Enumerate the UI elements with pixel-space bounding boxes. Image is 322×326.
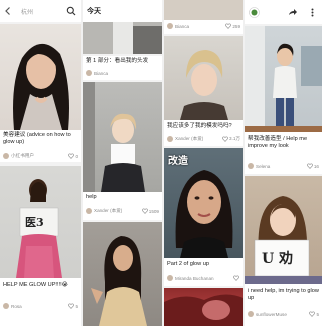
- post-image: [164, 0, 243, 20]
- post-image: [83, 82, 162, 192]
- post-caption: 第 1 部分：看出我的头发: [86, 58, 149, 64]
- heart-icon[interactable]: [141, 208, 148, 214]
- post-meta: Selena 16: [248, 162, 319, 170]
- heart-icon[interactable]: [233, 275, 239, 281]
- post-meta: Bianca 259: [167, 22, 240, 30]
- heart-icon[interactable]: [68, 153, 75, 159]
- sign-text: 医3: [25, 216, 44, 229]
- author-name[interactable]: Miranda Buchanan: [175, 276, 233, 281]
- heart-icon[interactable]: [307, 163, 313, 169]
- header-title: 今天: [87, 8, 101, 15]
- sign-text: U 劝: [262, 251, 294, 267]
- post-meta: Bianca: [86, 69, 159, 77]
- post-card[interactable]: 医3 HELP ME GLOW UP!!!!😭 Rosa 5: [0, 166, 81, 326]
- feed-column-2: 今天 第 1 部分：看出我的头发 Bianca help Xander (本爱)…: [83, 0, 162, 326]
- feed-column-1: 杭州 美容建议 (advice on how to glow up) 小红书用户…: [0, 0, 81, 326]
- author-name[interactable]: 小红书用户: [11, 153, 68, 159]
- avatar[interactable]: [3, 153, 9, 159]
- post-card[interactable]: 第 1 部分：看出我的头发 Bianca: [83, 56, 162, 80]
- feed-column-3: Bianca 259 我应该多了我的模发吗吗? Xander (本爱) 3.1万: [164, 0, 243, 326]
- post-card[interactable]: 我应该多了我的模发吗吗? Xander (本爱) 3.1万: [164, 36, 243, 146]
- post-card[interactable]: 帮我改善造型 / Help me improve my look Selena …: [245, 26, 322, 174]
- post-caption: 帮我改善造型 / Help me improve my look: [248, 136, 308, 149]
- heart-icon[interactable]: [225, 23, 232, 29]
- author-name[interactable]: Rosa: [11, 304, 68, 309]
- header-actions: [245, 0, 322, 24]
- avatar[interactable]: [167, 275, 173, 281]
- post-meta: 小红书用户 0: [3, 152, 78, 160]
- post-card[interactable]: 改造 Part 2 of glow up Miranda Buchanan: [164, 148, 243, 286]
- post-image: [164, 288, 243, 326]
- share-icon[interactable]: [287, 7, 298, 18]
- like-count: 3.1万: [229, 136, 240, 141]
- post-card[interactable]: [83, 222, 162, 326]
- post-caption: 美容建议 (advice on how to glow up): [3, 132, 71, 145]
- avatar[interactable]: [86, 70, 92, 76]
- post-card[interactable]: help Xander (本爱) 1509: [83, 82, 162, 220]
- like-count: 5: [75, 303, 78, 309]
- avatar[interactable]: [167, 136, 173, 142]
- like-count: 16: [313, 163, 319, 169]
- avatar[interactable]: [248, 163, 254, 169]
- search-query[interactable]: 杭州: [21, 7, 66, 16]
- post-caption: 我应该多了我的模发吗吗?: [167, 123, 232, 129]
- post-meta: sunflowerMuse 5: [248, 310, 319, 318]
- post-image: 医3: [0, 166, 81, 278]
- heart-icon[interactable]: [68, 303, 75, 309]
- post-caption: i need help, im trying to glow up: [248, 288, 319, 301]
- like-count: 0: [75, 153, 78, 159]
- post-image: 改造: [164, 148, 243, 258]
- avatar[interactable]: [86, 208, 92, 214]
- search-icon[interactable]: [66, 6, 76, 16]
- post-image: [83, 22, 162, 54]
- column-header: 今天: [83, 0, 162, 22]
- post-caption: help: [86, 194, 97, 200]
- avatar[interactable]: [3, 303, 9, 309]
- post-image: [83, 222, 162, 326]
- back-icon[interactable]: [3, 6, 13, 16]
- post-card[interactable]: 美容建议 (advice on how to glow up) 小红书用户 0: [0, 24, 81, 162]
- like-count: 259: [232, 23, 240, 29]
- post-meta: Miranda Buchanan: [167, 274, 240, 282]
- heart-icon[interactable]: [309, 311, 316, 317]
- author-name[interactable]: sunflowerMuse: [256, 312, 309, 317]
- post-meta: Xander (本爱) 3.1万: [167, 135, 240, 143]
- post-card[interactable]: [164, 288, 243, 326]
- more-icon[interactable]: [307, 7, 318, 18]
- post-image: [0, 24, 81, 130]
- post-image: U 劝: [245, 176, 322, 284]
- post-image: [164, 36, 243, 120]
- post-caption: HELP ME GLOW UP!!!!😭: [3, 282, 69, 288]
- post-card[interactable]: U 劝 i need help, im trying to glow up su…: [245, 176, 322, 326]
- author-name[interactable]: Bianca: [175, 24, 225, 29]
- author-name[interactable]: Selena: [256, 164, 307, 169]
- feed-column-4: 帮我改善造型 / Help me improve my look Selena …: [245, 0, 322, 326]
- author-name[interactable]: Xander (本爱): [175, 136, 222, 142]
- avatar[interactable]: [248, 311, 254, 317]
- search-bar[interactable]: 杭州: [0, 0, 81, 22]
- avatar[interactable]: [167, 23, 173, 29]
- author-name[interactable]: Xander (本爱): [94, 208, 142, 214]
- author-name[interactable]: Bianca: [94, 71, 159, 76]
- post-card[interactable]: [83, 22, 162, 54]
- post-meta: Xander (本爱) 1509: [86, 207, 159, 215]
- post-image: [245, 26, 322, 132]
- like-count: 5: [316, 311, 319, 317]
- overlay-title: 改造: [168, 156, 188, 167]
- avatar-icon[interactable]: [249, 6, 260, 18]
- post-caption: Part 2 of glow up: [167, 261, 209, 267]
- heart-icon[interactable]: [222, 136, 228, 142]
- like-count: 1509: [148, 208, 159, 214]
- post-card[interactable]: Bianca 259: [164, 0, 243, 34]
- post-meta: Rosa 5: [3, 302, 78, 310]
